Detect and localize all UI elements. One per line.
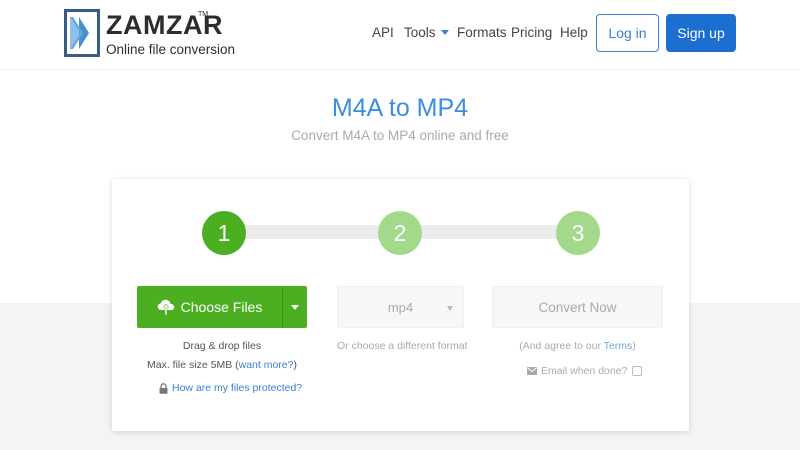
converter-card: 1 2 3 Choose Files Drag & drop files Max…	[112, 179, 689, 431]
format-select[interactable]: mp4	[337, 286, 464, 328]
page-title: M4A to MP4	[331, 94, 469, 122]
step-1-indicator: 1	[202, 211, 246, 255]
nav-help[interactable]: Help	[560, 25, 588, 40]
terms-link[interactable]: Terms	[604, 340, 633, 352]
format-hint: Or choose a different format	[337, 340, 468, 352]
zamzar-logo[interactable]: ZAMZAR TM Online file conversion	[64, 9, 244, 59]
terms-agreement-text: (And agree to our Terms)	[492, 340, 663, 352]
agree-suffix: )	[632, 340, 636, 352]
step-progress-track	[236, 225, 386, 239]
format-selected-value: mp4	[387, 299, 414, 315]
site-header: ZAMZAR TM Online file conversion API Too…	[0, 0, 800, 70]
email-when-done-label: Email when done?	[541, 365, 628, 377]
nav-pricing[interactable]: Pricing	[511, 25, 552, 40]
max-size-close: )	[293, 359, 297, 371]
caret-down-icon	[440, 29, 449, 35]
email-when-done-row: Email when done?	[527, 365, 643, 377]
logo-tagline: Online file conversion	[106, 42, 236, 57]
nav-formats[interactable]: Formats	[457, 25, 507, 40]
agree-prefix: (And agree to our	[519, 340, 604, 352]
step-progress-track	[415, 225, 565, 239]
files-protected-link[interactable]: How are my files protected?	[172, 382, 302, 394]
zamzar-chevron-logo-icon	[64, 9, 100, 57]
max-file-size-text: Max. file size 5MB (want more?)	[137, 359, 307, 371]
max-size-label: Max. file size 5MB (	[147, 359, 239, 371]
step-2-indicator: 2	[378, 211, 422, 255]
signup-button[interactable]: Sign up	[666, 14, 736, 52]
choose-files-label: Choose Files	[180, 299, 263, 315]
choose-files-button[interactable]: Choose Files	[137, 286, 282, 328]
email-when-done-checkbox[interactable]	[632, 366, 643, 376]
convert-now-button[interactable]: Convert Now	[492, 286, 663, 328]
files-protected-row[interactable]: How are my files protected?	[159, 382, 302, 394]
logo-trademark: TM	[198, 11, 209, 18]
cloud-upload-icon	[157, 299, 174, 315]
nav-tools-label: Tools	[404, 25, 436, 40]
nav-tools[interactable]: Tools	[404, 25, 449, 40]
login-button[interactable]: Log in	[596, 14, 659, 52]
step-3-indicator: 3	[556, 211, 600, 255]
want-more-link[interactable]: want more?	[239, 359, 294, 371]
envelope-icon	[527, 367, 537, 375]
nav-api[interactable]: API	[372, 25, 394, 40]
drag-drop-hint: Drag & drop files	[182, 340, 262, 352]
choose-files-dropdown-button[interactable]	[282, 286, 307, 328]
caret-down-icon	[447, 306, 453, 311]
caret-down-icon	[291, 304, 299, 310]
lock-icon	[159, 382, 168, 394]
page-subtitle: Convert M4A to MP4 online and free	[291, 128, 509, 143]
